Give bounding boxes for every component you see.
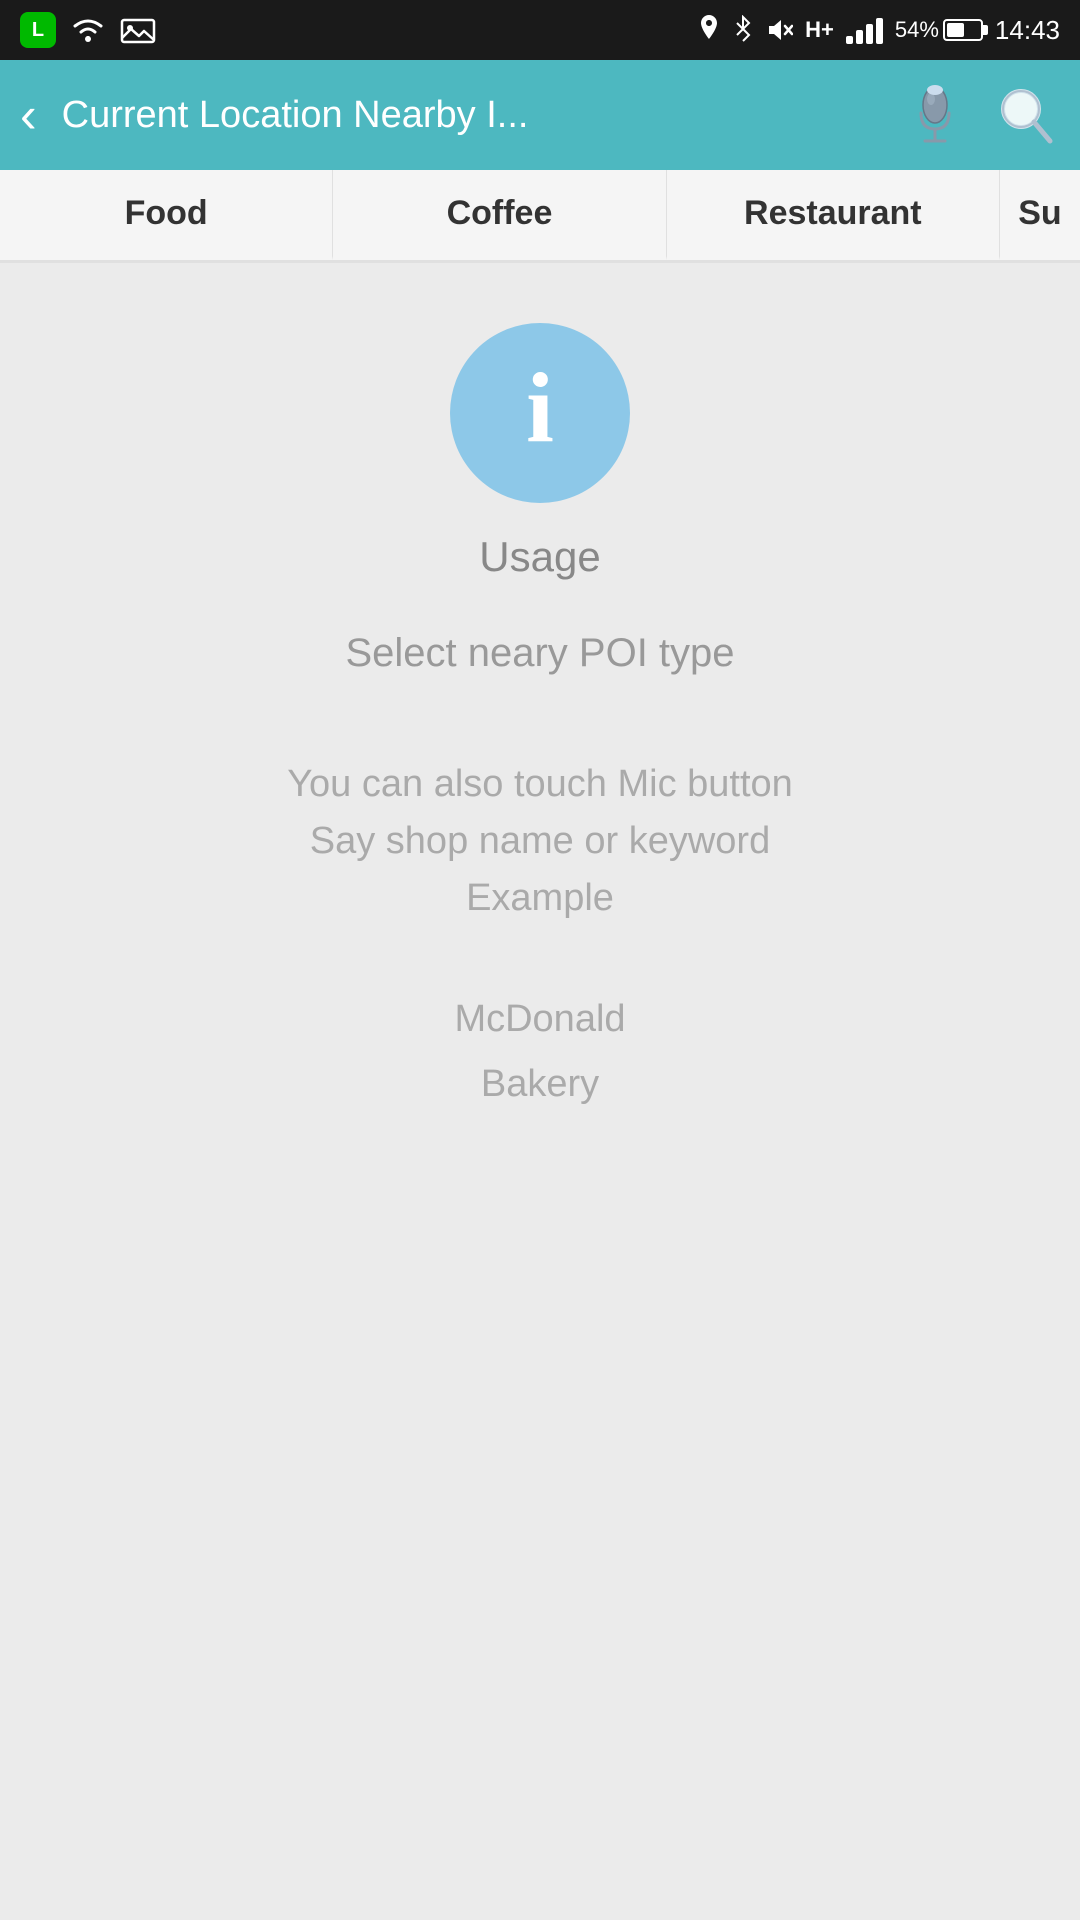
location-icon bbox=[697, 15, 721, 45]
info-icon: i bbox=[526, 358, 554, 458]
usage-label: Usage bbox=[479, 533, 600, 581]
main-content: i Usage Select neary POI type You can al… bbox=[0, 263, 1080, 1920]
status-bar-right: H+ 54% 14:43 bbox=[697, 15, 1060, 46]
instruction-line1: You can also touch Mic button bbox=[287, 763, 793, 805]
signal-strength-icon bbox=[846, 16, 883, 44]
examples-block: McDonald Bakery bbox=[454, 987, 625, 1116]
tab-coffee[interactable]: Coffee bbox=[333, 170, 666, 260]
clock: 14:43 bbox=[995, 15, 1060, 46]
tabs-container: Food Coffee Restaurant Su bbox=[0, 170, 1080, 263]
network-type-label: H+ bbox=[805, 17, 834, 43]
image-icon bbox=[120, 16, 156, 44]
status-bar-left: L bbox=[20, 12, 156, 48]
select-poi-text: Select neary POI type bbox=[345, 631, 734, 676]
mute-icon bbox=[765, 16, 793, 44]
example-bakery: Bakery bbox=[481, 1063, 599, 1105]
line-app-icon: L bbox=[20, 12, 56, 48]
tab-restaurant[interactable]: Restaurant bbox=[667, 170, 1000, 260]
search-button[interactable] bbox=[990, 80, 1060, 150]
wifi-icon bbox=[70, 16, 106, 44]
back-button[interactable]: ‹ bbox=[20, 90, 37, 140]
info-icon-circle: i bbox=[450, 323, 630, 503]
app-header: ‹ Current Location Nearby I... bbox=[0, 60, 1080, 170]
instruction-block: You can also touch Mic button Say shop n… bbox=[287, 756, 793, 927]
mic-icon bbox=[905, 83, 965, 148]
instruction-line2: Say shop name or keyword bbox=[310, 820, 770, 862]
search-icon bbox=[995, 83, 1055, 148]
mic-button[interactable] bbox=[900, 80, 970, 150]
example-mcdonald: McDonald bbox=[454, 998, 625, 1040]
status-bar: L H+ bbox=[0, 0, 1080, 60]
tab-su[interactable]: Su bbox=[1000, 170, 1080, 260]
bluetooth-icon bbox=[733, 15, 753, 45]
battery-indicator: 54% bbox=[895, 17, 983, 43]
header-title: Current Location Nearby I... bbox=[62, 94, 880, 137]
tab-food[interactable]: Food bbox=[0, 170, 333, 260]
instruction-line3: Example bbox=[466, 877, 614, 919]
